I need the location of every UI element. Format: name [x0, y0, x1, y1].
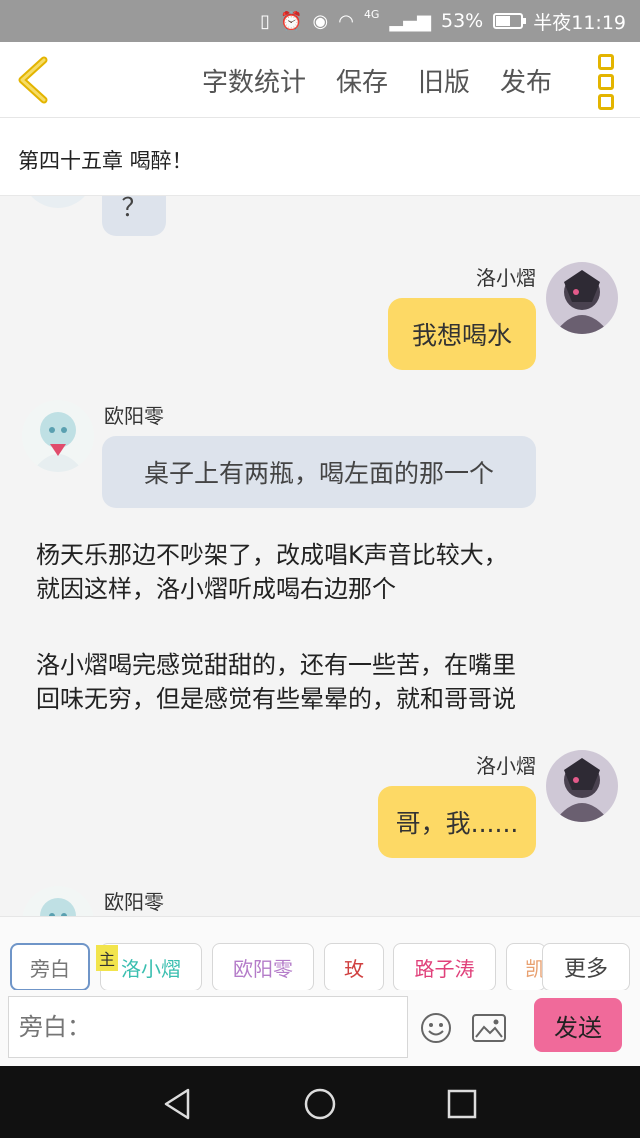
avatar-luo-xiaoyi[interactable] — [546, 262, 618, 334]
speaker-name: 欧阳零 — [104, 890, 164, 914]
image-icon[interactable] — [472, 1014, 506, 1042]
bubble-text: 哥，我...... — [395, 809, 519, 838]
chat-bubble: 桌子上有两瓶，喝左面的那一个 — [102, 436, 536, 508]
chat-bubble-partial: ？ — [102, 196, 166, 236]
narration-line: 就因这样，洛小熠听成喝右边那个 — [36, 575, 396, 603]
avatar — [22, 196, 94, 208]
battery-percent: 53% — [441, 10, 484, 32]
old-version-button[interactable]: 旧版 — [418, 62, 470, 99]
vibrate-icon: ▯ — [260, 10, 271, 32]
menu-dot — [598, 94, 614, 110]
bubble-text: 我想喝水 — [411, 321, 512, 350]
role-chip[interactable]: 凯 — [506, 943, 546, 991]
composer: 发送 — [0, 990, 640, 1066]
avatar-ouyang-ling[interactable] — [22, 886, 94, 916]
wifi-icon: ◠ — [338, 10, 354, 32]
narration-line: 洛小熠喝完感觉甜甜的，还有一些苦，在嘴里 — [36, 651, 516, 679]
nav-home-icon[interactable] — [302, 1086, 338, 1122]
back-arrow-icon[interactable] — [14, 56, 54, 104]
menu-dot — [598, 74, 614, 90]
battery-icon — [493, 13, 527, 29]
narration-line: 杨天乐那边不吵架了，改成唱K声音比较大， — [36, 541, 508, 569]
app-bar: 字数统计 保存 旧版 发布 — [0, 42, 640, 118]
avatar-ouyang-ling[interactable] — [22, 400, 94, 472]
nav-recents-icon[interactable] — [444, 1086, 480, 1122]
chat-bubble: 我想喝水 — [388, 298, 536, 370]
narration-block: 洛小熠喝完感觉甜甜的，还有一些苦，在嘴里 回味无穷，但是感觉有些晕晕的，就和哥哥… — [36, 648, 616, 716]
publish-button[interactable]: 发布 — [500, 62, 552, 99]
role-label: 洛小熠 — [121, 956, 181, 981]
role-label: 欧阳零 — [233, 956, 293, 981]
role-chip-narrator[interactable]: 旁白 — [10, 943, 90, 991]
narration-block: 杨天乐那边不吵架了，改成唱K声音比较大， 就因这样，洛小熠听成喝右边那个 — [36, 538, 616, 606]
speaker-name: 洛小熠 — [476, 266, 536, 290]
role-selector-bar: 旁白 洛小熠 主 欧阳零 玫 路子涛 凯 更多 — [0, 916, 640, 991]
chapter-title[interactable]: 第四十五章 喝醉！ — [0, 118, 640, 196]
more-label: 更多 — [563, 957, 608, 982]
bubble-text: ？ — [121, 196, 147, 222]
narration-line: 回味无穷，但是感觉有些晕晕的，就和哥哥说 — [36, 685, 516, 713]
menu-dot — [598, 54, 614, 70]
bubble-text: 桌子上有两瓶，喝左面的那一个 — [143, 459, 494, 488]
avatar-luo-xiaoyi[interactable] — [546, 750, 618, 822]
status-bar: ▯ ⏰ ◉ ◠ 4G ▂▄▆ 53% 半夜11:19 — [0, 0, 640, 42]
alarm-icon: ⏰ — [280, 10, 303, 32]
send-label: 发送 — [554, 1013, 602, 1042]
eye-icon: ◉ — [312, 10, 329, 32]
more-roles-button[interactable]: 更多 — [542, 943, 630, 991]
word-count-button[interactable]: 字数统计 — [202, 62, 306, 99]
emoji-icon[interactable] — [420, 1012, 452, 1044]
signal-icon: ▂▄▆ — [389, 10, 431, 32]
role-chip[interactable]: 玫 — [324, 943, 384, 991]
role-chip[interactable]: 路子涛 — [393, 943, 496, 991]
clock: 半夜11:19 — [533, 11, 626, 34]
message-input[interactable] — [8, 996, 408, 1058]
battery-level — [496, 16, 510, 26]
more-menu-icon[interactable] — [592, 54, 620, 110]
network-type: 4G — [363, 8, 380, 21]
main-role-tag: 主 — [96, 945, 119, 971]
toolbar-actions: 字数统计 保存 旧版 发布 — [202, 42, 552, 118]
send-button[interactable]: 发送 — [534, 998, 622, 1052]
speaker-name: 欧阳零 — [104, 404, 164, 428]
nav-back-icon[interactable] — [160, 1086, 196, 1122]
role-label: 路子涛 — [414, 956, 475, 981]
role-label: 旁白 — [30, 956, 70, 981]
role-label: 玫 — [344, 956, 364, 981]
system-nav-bar — [0, 1066, 640, 1138]
save-button[interactable]: 保存 — [336, 62, 388, 99]
role-chip[interactable]: 欧阳零 — [212, 943, 314, 991]
chat-bubble: 哥，我...... — [378, 786, 536, 858]
chat-area[interactable]: ？ 洛小熠 我想喝水 欧阳零 桌子上有两瓶，喝左面的那一个 杨天乐那边不吵架了，… — [0, 196, 640, 916]
speaker-name: 洛小熠 — [476, 754, 536, 778]
